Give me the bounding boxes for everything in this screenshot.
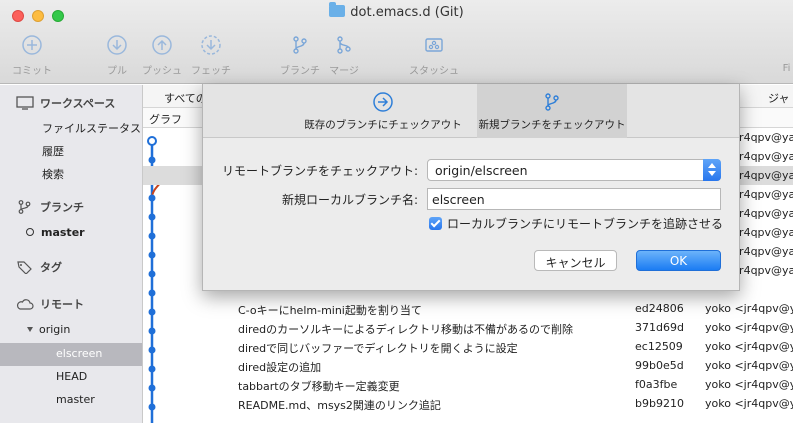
- arrow-down-circle-icon: [107, 35, 127, 55]
- push-button[interactable]: プッシュ: [140, 34, 184, 77]
- track-remote-checkbox[interactable]: [429, 217, 442, 230]
- merge-button[interactable]: マージ: [326, 34, 362, 77]
- sidebar-item-remote-master[interactable]: master: [56, 393, 95, 406]
- sidebar-header-branches[interactable]: ブランチ: [16, 199, 84, 215]
- tab-checkout-existing[interactable]: 既存のブランチにチェックアウト: [289, 84, 477, 138]
- commit-button[interactable]: コミット: [10, 34, 54, 77]
- sidebar-item-history[interactable]: 履歴: [42, 143, 64, 159]
- sidebar-item-remote-head[interactable]: HEAD: [56, 370, 87, 383]
- sidebar-item-origin[interactable]: origin: [27, 323, 70, 336]
- current-branch-icon: [26, 228, 34, 236]
- fetch-icon: [201, 35, 221, 55]
- arrow-up-circle-icon: [152, 35, 172, 55]
- remote-branch-select[interactable]: origin/elscreen: [427, 159, 721, 181]
- dialog-tabs: 既存のブランチにチェックアウト 新規ブランチをチェックアウト: [203, 84, 739, 138]
- stash-icon: [425, 38, 443, 52]
- pull-button[interactable]: プル: [100, 34, 134, 77]
- column-header-graph[interactable]: グラフ: [149, 111, 182, 127]
- cancel-button[interactable]: キャンセル: [534, 250, 617, 271]
- chevron-down-icon[interactable]: [27, 327, 33, 332]
- tab-checkout-new[interactable]: 新規ブランチをチェックアウト: [477, 84, 627, 138]
- table-row[interactable]: tabbartのタブ移動キー定義変更 f0a3fbe yoko <jr4qpv@…: [143, 375, 793, 394]
- stash-button[interactable]: スタッシュ: [404, 34, 464, 77]
- checkout-dialog: 既存のブランチにチェックアウト 新規ブランチをチェックアウト リモートブランチを…: [202, 84, 740, 291]
- sidebar-header-tags[interactable]: タグ: [16, 259, 62, 275]
- cloud-icon: [16, 299, 34, 310]
- window-titlebar: dot.emacs.d (Git) コミット プル プッシュ フェッチ ブランチ…: [0, 0, 793, 84]
- sidebar-header-workspace[interactable]: ワークスペース: [16, 95, 115, 111]
- sidebar-item-remote-elscreen[interactable]: elscreen: [56, 347, 102, 360]
- sidebar-item-file-status[interactable]: ファイルステータス: [42, 120, 141, 136]
- folder-icon: [329, 2, 346, 17]
- monitor-icon: [16, 96, 34, 110]
- arrow-right-circle-icon: [373, 92, 393, 112]
- plus-circle-icon: [22, 35, 42, 55]
- track-remote-label[interactable]: ローカルブランチにリモートブランチを追跡させる: [447, 215, 723, 232]
- ok-button[interactable]: OK: [636, 250, 721, 271]
- table-row[interactable]: README.md、msys2関連のリンク追記 b9b9210 yoko <jr…: [143, 394, 793, 413]
- sidebar: ワークスペース ファイルステータス 履歴 検索 ブランチ master タグ リ…: [0, 85, 143, 423]
- branch-filter-dropdown[interactable]: すべての: [164, 90, 207, 106]
- table-row[interactable]: diredで同じバッファーでディレクトリを開くように設定 ec12509 yok…: [143, 337, 793, 356]
- table-row[interactable]: dired設定の追加 99b0e5d yoko <jr4qpv@ya: [143, 356, 793, 375]
- select-arrows-icon: [703, 159, 721, 181]
- branch-icon: [293, 36, 307, 54]
- tag-icon: [17, 261, 32, 274]
- sidebar-item-search[interactable]: 検索: [42, 166, 64, 182]
- local-branch-input[interactable]: elscreen: [427, 188, 721, 210]
- table-row[interactable]: diredのカーソルキーによるディレクトリ移動は不備があるので削除 371d69…: [143, 318, 793, 337]
- finder-button[interactable]: Fi: [780, 63, 793, 74]
- table-row[interactable]: C-oキーにhelm-mini起動を割り当て ed24806 yoko <jr4…: [143, 299, 793, 318]
- fetch-button[interactable]: フェッチ: [188, 34, 234, 77]
- remote-branch-label: リモートブランチをチェックアウト:: [221, 164, 418, 178]
- branch-icon: [18, 200, 31, 214]
- sidebar-header-remotes[interactable]: リモート: [16, 296, 84, 312]
- window-title: dot.emacs.d (Git): [0, 2, 793, 20]
- branch-button[interactable]: ブランチ: [278, 34, 322, 77]
- local-branch-label: 新規ローカルブランチ名:: [281, 193, 418, 207]
- sidebar-item-branch-master[interactable]: master: [26, 226, 85, 239]
- branch-icon: [545, 93, 559, 111]
- merge-icon: [337, 36, 351, 54]
